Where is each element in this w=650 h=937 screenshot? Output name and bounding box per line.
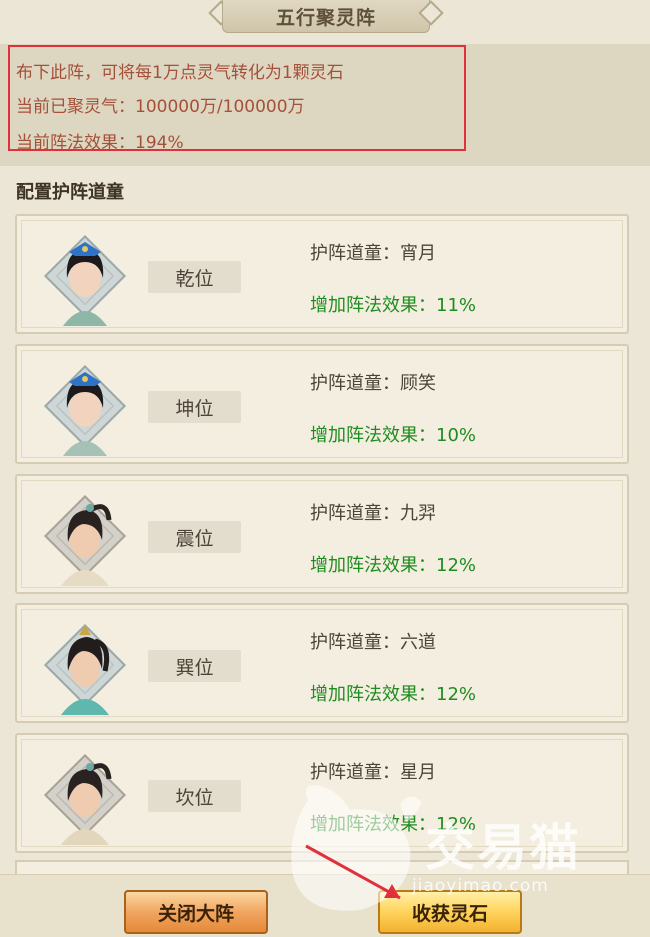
slot-position-label: 坎位 <box>148 780 241 812</box>
effect-bonus-text: 增加阵法效果：12% <box>310 555 477 576</box>
page-title: 五行聚灵阵 <box>222 0 430 33</box>
guardian-portrait-icon[interactable] <box>35 745 135 845</box>
guardian-name-text: 护阵道童：六道 <box>310 632 436 653</box>
guardian-name-text: 护阵道童：宵月 <box>310 243 436 264</box>
page-title-text: 五行聚灵阵 <box>275 6 376 29</box>
effect-bonus-text: 增加阵法效果：12% <box>310 814 477 835</box>
section-title: 配置护阵道童 <box>16 182 124 203</box>
guardian-slot-card[interactable]: 巽位 护阵道童：六道 增加阵法效果：12% <box>15 603 629 723</box>
slot-position-label: 乾位 <box>148 261 241 293</box>
guardian-name-text: 护阵道童：星月 <box>310 762 436 783</box>
guardian-slot-card-partial[interactable] <box>15 860 629 874</box>
effect-bonus-text: 增加阵法效果：12% <box>310 684 477 705</box>
guardian-name-text: 护阵道童：九羿 <box>310 503 436 524</box>
guardian-slot-card[interactable]: 震位 护阵道童：九羿 增加阵法效果：12% <box>15 474 629 594</box>
slot-position-label: 巽位 <box>148 650 241 682</box>
effect-bonus-text: 增加阵法效果：10% <box>310 425 477 446</box>
effect-bonus-text: 增加阵法效果：11% <box>310 295 477 316</box>
conversion-rule-text: 布下此阵，可将每1万点灵气转化为1颗灵石 <box>16 63 344 83</box>
gathered-qi-text: 当前已聚灵气：100000万/100000万 <box>16 97 305 117</box>
guardian-portrait-icon[interactable] <box>35 356 135 456</box>
slot-position-label: 坤位 <box>148 391 241 423</box>
footer-bar <box>0 874 650 937</box>
guardian-portrait-icon[interactable] <box>35 226 135 326</box>
close-formation-button[interactable]: 关闭大阵 <box>124 890 268 934</box>
guardian-name-text: 护阵道童：顾笑 <box>310 373 436 394</box>
formation-effect-text: 当前阵法效果：194% <box>16 133 184 153</box>
guardian-slot-card[interactable]: 坤位 护阵道童：顾笑 增加阵法效果：10% <box>15 344 629 464</box>
guardian-slot-card[interactable]: 坎位 护阵道童：星月 增加阵法效果：12% <box>15 733 629 853</box>
collect-spirit-stone-button[interactable]: 收获灵石 <box>378 890 522 934</box>
slot-position-label: 震位 <box>148 521 241 553</box>
guardian-slot-card[interactable]: 乾位 护阵道童：宵月 增加阵法效果：11% <box>15 214 629 334</box>
guardian-portrait-icon[interactable] <box>35 486 135 586</box>
guardian-portrait-icon[interactable] <box>35 615 135 715</box>
